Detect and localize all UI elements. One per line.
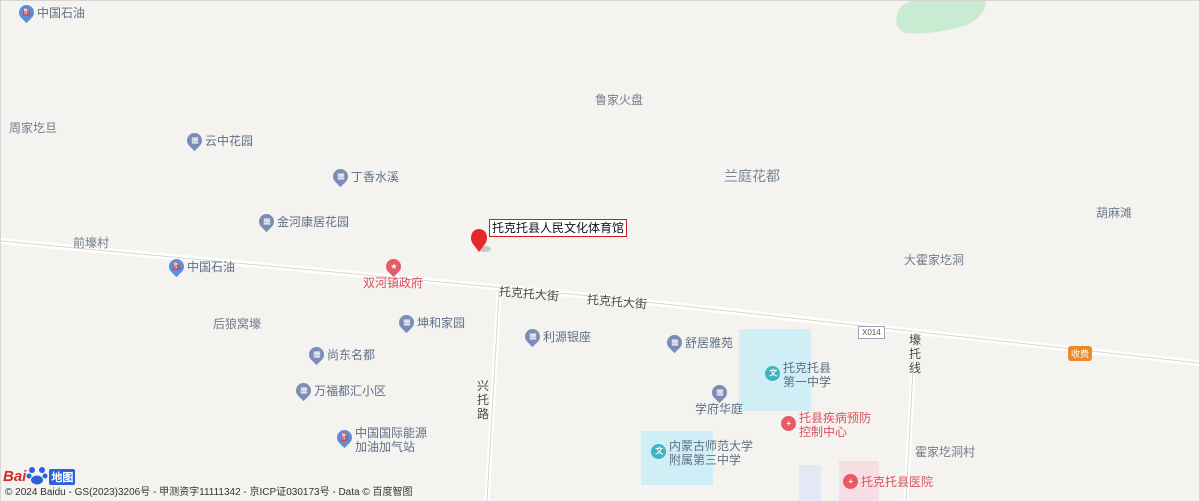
map-base xyxy=(1,1,1199,501)
gas-station-icon: ⛽ xyxy=(15,1,38,24)
poi-label: 中国石油 xyxy=(187,259,236,274)
poi-shuju[interactable]: ▦ 舒居雅苑 xyxy=(663,331,734,354)
place-hulutan: 葫麻滩 xyxy=(1096,206,1133,220)
place-lanting: 兰庭花都 xyxy=(724,168,780,184)
gas-station-icon: ⛽ xyxy=(333,426,356,449)
paw-icon xyxy=(26,467,48,485)
poi-label: 万福都汇小区 xyxy=(314,383,387,398)
map-canvas[interactable]: 鲁家火盘 周家圪旦 兰庭花都 葫麻滩 前壕村 大霍家圪洞 后狼窝壕 霍家圪洞村 … xyxy=(0,0,1200,502)
road-tag-x014: X014 xyxy=(858,326,885,339)
poi-label: 金河康居花园 xyxy=(277,214,350,229)
poi-label-line1: 托县疾病预防 xyxy=(799,411,872,425)
building-icon: ▦ xyxy=(292,379,315,402)
building-icon: ▦ xyxy=(255,210,278,233)
place-qianrang: 前壕村 xyxy=(73,236,110,250)
poi-cdc[interactable]: + 托县疾病预防 控制中心 xyxy=(777,411,872,439)
poi-label: 云中花园 xyxy=(205,133,254,148)
poi-label: 学府华庭 xyxy=(695,402,744,416)
poi-label: 舒居雅苑 xyxy=(685,335,734,350)
target-location-label[interactable]: 托克托县人民文化体育馆 xyxy=(489,219,628,237)
copyright-text: © 2024 Baidu - GS(2023)3206号 - 甲测资字11111… xyxy=(5,487,413,498)
poi-label-line1: 托克托县 xyxy=(783,361,832,375)
poi-label-line1: 内蒙古师范大学 xyxy=(669,439,754,453)
poi-label-line2: 加油加气站 xyxy=(355,440,416,454)
poi-label-line2: 第一中学 xyxy=(783,375,832,389)
building-icon: ▦ xyxy=(663,331,686,354)
poi-wanfu[interactable]: ▦ 万福都汇小区 xyxy=(292,379,387,402)
road-label-rangtuo: 壕托线 xyxy=(909,333,922,375)
building-icon: ▦ xyxy=(708,381,730,404)
poi-petrochina-mid[interactable]: ⛽ 中国石油 xyxy=(165,255,236,278)
block-area xyxy=(799,465,821,501)
school-icon: 文 xyxy=(761,362,784,385)
green-area xyxy=(896,1,986,34)
poi-school-3[interactable]: 文 内蒙古师范大学 附属第三中学 xyxy=(647,439,754,467)
poi-jinhe[interactable]: ▦ 金河康居花园 xyxy=(255,210,350,233)
building-icon: ▦ xyxy=(395,311,418,334)
baidu-logo[interactable]: Bai 地图 xyxy=(3,465,76,485)
location-marker-icon[interactable] xyxy=(471,229,491,252)
road-label-xingtuo: 兴托路 xyxy=(477,379,490,421)
place-huojiacun: 霍家圪洞村 xyxy=(915,445,976,459)
poi-label-line2: 附属第三中学 xyxy=(669,453,742,467)
hospital-icon: + xyxy=(839,470,862,493)
poi-label: 尚东名都 xyxy=(327,347,376,362)
poi-kunhe[interactable]: ▦ 坤和家园 xyxy=(395,311,466,334)
poi-label-line2: 控制中心 xyxy=(799,425,848,439)
poi-label: 双河镇政府 xyxy=(363,276,424,290)
hospital-icon: + xyxy=(777,412,800,435)
place-dahuojia: 大霍家圪洞 xyxy=(904,253,965,267)
poi-label: 丁香水溪 xyxy=(351,169,400,184)
government-icon: ★ xyxy=(382,255,404,278)
poi-label-line1: 中国国际能源 xyxy=(355,426,428,440)
school-icon: 文 xyxy=(647,440,670,463)
poi-label: 中国石油 xyxy=(37,5,86,20)
poi-school-1[interactable]: 文 托克托县 第一中学 xyxy=(761,361,832,389)
place-lujia: 鲁家火盘 xyxy=(595,93,644,107)
building-icon: ▦ xyxy=(329,165,352,188)
gas-station-icon: ⛽ xyxy=(165,255,188,278)
building-icon: ▦ xyxy=(305,343,328,366)
poi-shangdong[interactable]: ▦ 尚东名都 xyxy=(305,343,376,366)
place-zhoujia: 周家圪旦 xyxy=(9,121,58,135)
toll-badge[interactable]: 收费 xyxy=(1068,346,1093,361)
poi-label: 托克托县医院 xyxy=(861,474,934,489)
building-icon: ▦ xyxy=(521,325,544,348)
poi-dingxiang[interactable]: ▦ 丁香水溪 xyxy=(329,165,400,188)
place-houlang: 后狼窝壕 xyxy=(213,317,262,331)
poi-yunzhong[interactable]: ▦ 云中花园 xyxy=(183,129,254,152)
poi-hospital[interactable]: + 托克托县医院 xyxy=(839,470,934,493)
poi-petrochina-top[interactable]: ⛽ 中国石油 xyxy=(15,1,86,24)
building-icon: ▦ xyxy=(183,129,206,152)
poi-xuefu[interactable]: ▦ 学府华庭 xyxy=(695,381,744,416)
poi-shuanghe-gov[interactable]: ★ 双河镇政府 xyxy=(363,255,424,290)
poi-label: 坤和家园 xyxy=(417,315,466,330)
poi-liyuan[interactable]: ▦ 利源银座 xyxy=(521,325,592,348)
poi-energy-station[interactable]: ⛽ 中国国际能源 加油加气站 xyxy=(333,426,428,454)
poi-label: 利源银座 xyxy=(543,329,592,344)
